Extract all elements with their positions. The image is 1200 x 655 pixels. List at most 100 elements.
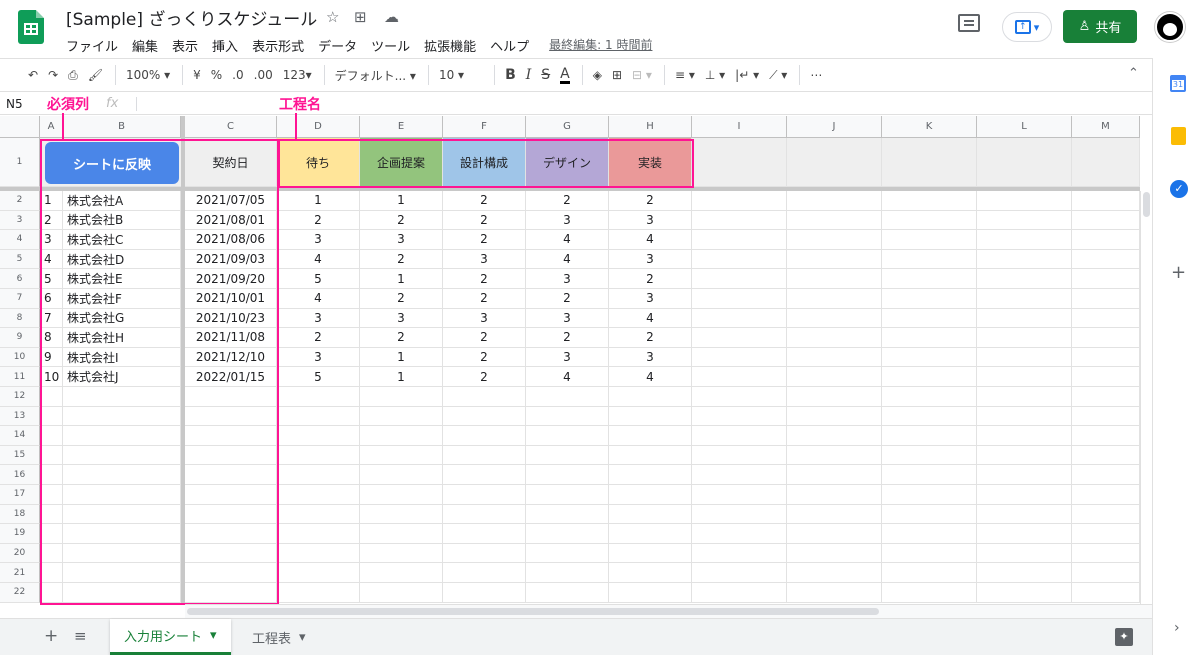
grid-cell[interactable] [443,387,526,407]
grid-cell[interactable] [882,543,977,564]
grid-cell[interactable] [977,543,1072,564]
decrease-decimal-button[interactable]: .0 [232,68,243,82]
grid-cell[interactable] [977,504,1072,525]
row-header[interactable]: 15 [0,445,40,466]
grid-cell[interactable] [977,230,1072,250]
grid-cell[interactable] [1072,347,1140,368]
grid-cell[interactable] [787,347,882,368]
paint-format-icon[interactable]: 🖌 [88,68,103,82]
grid-cell[interactable] [526,387,609,407]
process-duration-cell[interactable]: 2 [443,328,526,348]
row-header[interactable]: 21 [0,563,40,583]
select-all-corner[interactable] [0,116,40,138]
grid-cell[interactable] [277,563,360,583]
grid-cell[interactable] [692,210,787,231]
grid-cell[interactable] [443,563,526,583]
grid-cell[interactable] [787,191,882,211]
process-duration-cell[interactable]: 3 [526,210,609,231]
grid-cell[interactable] [787,269,882,289]
process-duration-cell[interactable]: 5 [277,269,360,289]
grid-cell[interactable] [1072,367,1140,387]
grid-cell[interactable] [977,524,1072,544]
grid-cell[interactable] [277,543,360,564]
process-duration-cell[interactable]: 5 [277,367,360,387]
more-options-icon[interactable]: ⋯ [810,68,822,82]
process-duration-cell[interactable]: 1 [360,347,443,368]
grid-cell[interactable] [443,445,526,466]
tasks-icon[interactable]: ✓ [1170,180,1188,198]
grid-cell[interactable] [1072,504,1140,525]
grid-cell[interactable] [1072,387,1140,407]
grid-cell[interactable] [977,289,1072,309]
process-duration-cell[interactable]: 3 [526,308,609,329]
vertical-align-icon[interactable]: ⊥ ▾ [705,68,725,82]
vertical-scrollbar[interactable] [1140,191,1152,604]
grid-cell[interactable] [882,210,977,231]
grid-cell[interactable] [360,543,443,564]
grid-cell[interactable] [277,406,360,427]
process-duration-cell[interactable]: 2 [526,289,609,309]
column-header-k[interactable]: K [882,116,977,138]
grid-cell[interactable] [882,230,977,250]
process-duration-cell[interactable]: 3 [609,347,692,368]
collapse-menu-icon[interactable]: ⌃ [1128,66,1139,81]
grid-cell[interactable] [1072,269,1140,289]
process-duration-cell[interactable]: 4 [609,230,692,250]
grid-cell[interactable] [1072,426,1140,446]
grid-cell[interactable] [787,308,882,329]
grid-cell[interactable] [692,543,787,564]
grid-cell[interactable] [1072,328,1140,348]
cloud-status-icon[interactable]: ☁ [384,8,399,26]
grid-cell[interactable] [609,445,692,466]
grid-cell[interactable] [277,445,360,466]
grid-cell[interactable] [787,367,882,387]
borders-icon[interactable]: ⊞ [612,68,622,82]
grid-cell[interactable] [882,445,977,466]
grid-cell[interactable] [609,406,692,427]
column-header-l[interactable]: L [977,116,1072,138]
grid-cell[interactable] [1072,543,1140,564]
grid-cell[interactable] [1072,406,1140,427]
grid-cell[interactable] [882,367,977,387]
row-header[interactable]: 16 [0,465,40,485]
process-duration-cell[interactable]: 2 [443,210,526,231]
grid-cell[interactable] [977,583,1072,603]
column-header-g[interactable]: G [526,116,609,138]
grid-cell[interactable] [692,138,787,187]
column-header-h[interactable]: H [609,116,692,138]
grid-cell[interactable] [692,445,787,466]
grid-cell[interactable] [787,249,882,270]
grid-cell[interactable] [526,445,609,466]
grid-cell[interactable] [1072,583,1140,603]
process-duration-cell[interactable]: 3 [360,308,443,329]
grid-cell[interactable] [1072,210,1140,231]
grid-cell[interactable] [443,426,526,446]
process-duration-cell[interactable]: 2 [360,328,443,348]
print-icon[interactable]: ⎙ [68,68,78,83]
grid-cell[interactable] [977,249,1072,270]
process-duration-cell[interactable]: 2 [526,328,609,348]
grid-cell[interactable] [526,485,609,505]
grid-cell[interactable] [692,347,787,368]
grid-cell[interactable] [1072,249,1140,270]
grid-cell[interactable] [787,583,882,603]
grid-cell[interactable] [882,269,977,289]
grid-cell[interactable] [787,387,882,407]
grid-cell[interactable] [882,328,977,348]
menu-file[interactable]: ファイル [66,36,125,55]
grid-cell[interactable] [882,289,977,309]
grid-cell[interactable] [692,524,787,544]
grid-cell[interactable] [977,210,1072,231]
document-title[interactable]: [Sample] ざっくりスケジュール [66,5,317,30]
more-formats-button[interactable]: 123▾ [283,68,312,82]
column-header-e[interactable]: E [360,116,443,138]
grid-cell[interactable] [360,406,443,427]
process-duration-cell[interactable]: 3 [609,210,692,231]
grid-cell[interactable] [526,406,609,427]
grid-cell[interactable] [526,465,609,485]
process-duration-cell[interactable]: 2 [443,367,526,387]
process-duration-cell[interactable]: 3 [443,249,526,270]
star-icon[interactable]: ☆ [326,8,339,26]
grid-cell[interactable] [609,524,692,544]
grid-cell[interactable] [360,485,443,505]
